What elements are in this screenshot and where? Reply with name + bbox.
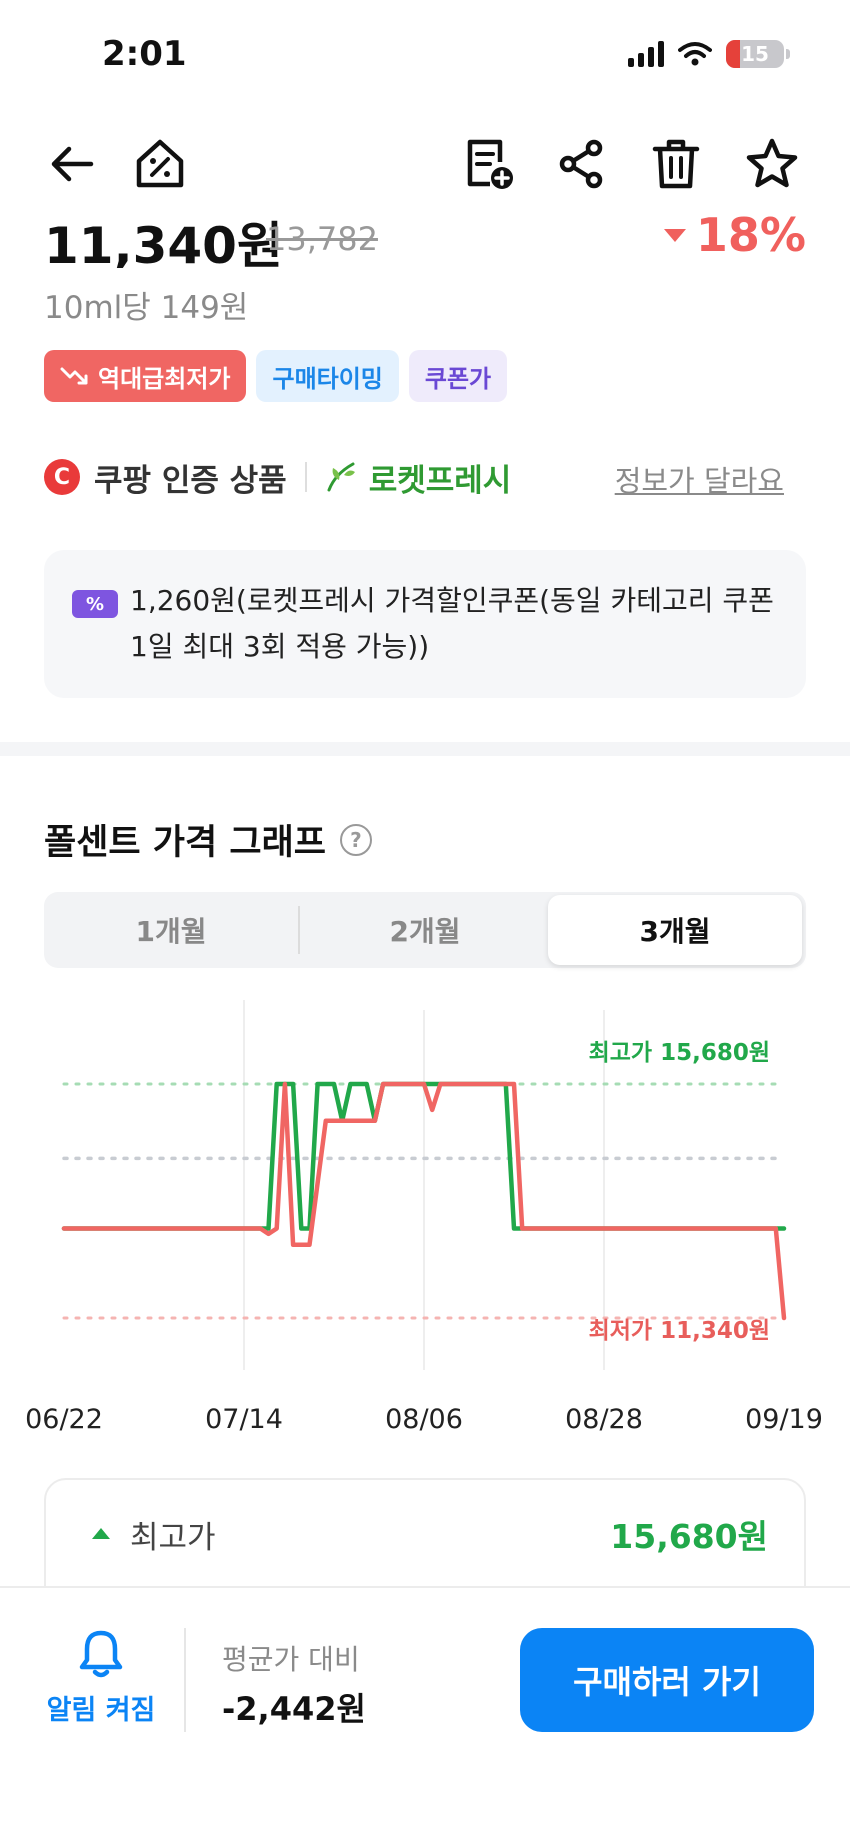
graph-title: 폴센트 가격 그래프 ? (44, 814, 372, 865)
certified-label: 쿠팡 인증 상품 (94, 462, 287, 499)
x-tick-label: 09/19 (745, 1404, 823, 1435)
arrow-left-icon (51, 146, 94, 182)
coupon-icon: % (72, 590, 118, 618)
rocket-fresh-label: 로켓프레시 (368, 462, 512, 499)
current-price: 11,340원 (44, 217, 283, 268)
x-tick-label: 08/06 (385, 1404, 463, 1435)
discount-rate: 18% (663, 212, 806, 262)
certification-row: C 쿠팡 인증 상품 로켓프레시 정보가 달라요 (44, 452, 806, 502)
delete-button[interactable] (646, 134, 706, 194)
bell-icon (79, 1630, 123, 1678)
battery-icon: 15 (726, 40, 784, 68)
wifi-icon (678, 42, 712, 66)
price-chart: 최고가 15,680원 최저가 11,340원 06/22 07/14 08/0… (25, 1000, 823, 1435)
help-icon[interactable]: ? (339, 823, 372, 856)
badge-label: 역대급최저가 (98, 364, 231, 393)
home-percent-icon (136, 139, 184, 188)
star-icon (746, 138, 798, 188)
graph-title-text: 폴센트 가격 그래프 (44, 823, 326, 863)
favorite-button[interactable] (742, 134, 802, 194)
min-price-annotation: 최저가 11,340원 (589, 1318, 770, 1344)
nav-bar (0, 124, 850, 204)
avg-compare-label: 평균가 대비 (222, 1643, 360, 1676)
status-bar: 2:01 15 (0, 0, 850, 110)
trend-down-icon (60, 367, 88, 385)
x-tick-label: 06/22 (25, 1404, 103, 1435)
battery-level: 15 (741, 42, 769, 66)
cellular-signal-icon (628, 41, 664, 67)
badge-list: 역대급최저가 구매타이밍 쿠폰가 (44, 350, 508, 402)
alert-label: 알림 켜짐 (46, 1695, 156, 1726)
max-price-value: 15,680원 (610, 1517, 768, 1556)
status-icons: 15 (628, 40, 790, 68)
original-price: 13,782 (266, 220, 378, 258)
back-button[interactable] (42, 134, 102, 194)
bottom-action-bar: 알림 켜짐 평균가 대비 -2,442원 구매하러 가기 (0, 1586, 850, 1839)
share-button[interactable] (552, 134, 612, 194)
leaf-icon (327, 462, 355, 492)
section-divider (0, 742, 850, 756)
tab-2-month[interactable]: 2개월 (300, 892, 550, 968)
divider (184, 1628, 186, 1732)
unit-price: 10ml당 149원 (44, 290, 249, 326)
report-wrong-info-link[interactable]: 정보가 달라요 (615, 458, 784, 500)
lowest-price-badge[interactable]: 역대급최저가 (44, 350, 247, 402)
down-arrow-icon (663, 228, 686, 242)
period-tabs: 1개월 2개월 3개월 (44, 892, 806, 968)
share-icon (559, 139, 603, 189)
add-to-list-button[interactable] (458, 134, 518, 194)
max-price-label: 최고가 (130, 1520, 216, 1556)
trash-icon (652, 139, 700, 189)
up-arrow-icon (92, 1528, 110, 1539)
price-row: 11,340원 13,782 18% (44, 212, 806, 268)
discount-value: 18% (695, 212, 806, 262)
x-tick-label: 07/14 (205, 1404, 283, 1435)
coupon-text: 1,260원(로켓프레시 가격할인쿠폰(동일 카테고리 쿠폰 1일 최대 3회 … (130, 584, 774, 663)
home-deal-button[interactable] (130, 134, 190, 194)
x-tick-label: 08/28 (565, 1404, 643, 1435)
buy-timing-badge[interactable]: 구매타이밍 (256, 350, 399, 402)
max-price-annotation: 최고가 15,680원 (589, 1040, 770, 1066)
status-time: 2:01 (102, 34, 187, 74)
coupon-box: % 1,260원(로켓프레시 가격할인쿠폰(동일 카테고리 쿠폰 1일 최대 3… (44, 550, 806, 698)
tab-3-month[interactable]: 3개월 (548, 895, 802, 965)
coupang-logo-icon: C (44, 459, 80, 495)
coupon-price-badge[interactable]: 쿠폰가 (408, 350, 508, 402)
alert-toggle-button[interactable]: 알림 켜짐 (40, 1628, 162, 1738)
buy-button[interactable]: 구매하러 가기 (520, 1628, 814, 1732)
avg-compare-value: -2,442원 (222, 1690, 366, 1728)
tab-1-month[interactable]: 1개월 (44, 892, 298, 968)
list-add-icon (467, 139, 513, 189)
divider (304, 462, 307, 492)
